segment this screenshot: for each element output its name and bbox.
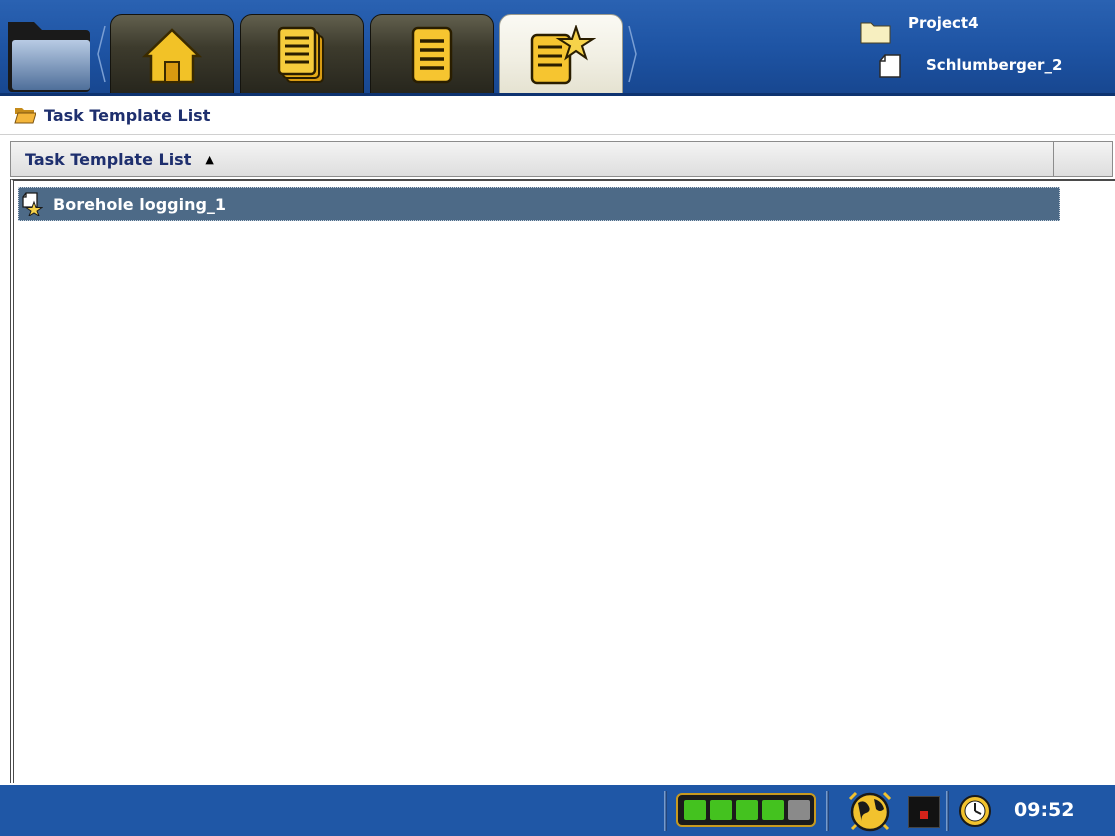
folder-browse-button[interactable] xyxy=(6,14,94,94)
record-indicator[interactable] xyxy=(908,796,940,828)
template-star-icon xyxy=(530,25,596,85)
breadcrumb-label[interactable]: Task Template List xyxy=(44,106,210,125)
project-row[interactable] xyxy=(860,20,892,44)
document-stack-icon xyxy=(277,26,324,83)
breadcrumb: Task Template List xyxy=(0,96,1115,135)
table-row[interactable]: Borehole logging_1 xyxy=(18,187,1060,221)
status-separator xyxy=(664,791,667,831)
globe-alarm-icon[interactable] xyxy=(840,789,900,833)
scroll-right-arrow-icon[interactable] xyxy=(628,24,638,84)
column-header-filler xyxy=(1054,142,1112,176)
battery-cell-empty xyxy=(788,800,810,820)
record-led-icon xyxy=(920,811,928,819)
row-label: Borehole logging_1 xyxy=(53,194,227,214)
clock-time[interactable]: 09:52 xyxy=(1014,785,1074,836)
column-header-task-template-list[interactable]: Task Template List ▲ xyxy=(11,142,1054,176)
document-icon xyxy=(411,26,453,84)
top-toolbar: Project4 Schlumberger_2 xyxy=(0,0,1115,98)
tab-documents[interactable] xyxy=(240,14,364,96)
battery-cell xyxy=(710,800,732,820)
folder-icon xyxy=(8,22,90,92)
home-icon xyxy=(141,28,203,84)
status-separator xyxy=(826,791,829,831)
sort-ascending-icon: ▲ xyxy=(205,152,214,166)
document-page-icon xyxy=(879,54,901,78)
tab-home[interactable] xyxy=(110,14,234,96)
clock-icon xyxy=(959,795,991,827)
battery-cell xyxy=(736,800,758,820)
document-name: Schlumberger_2 xyxy=(926,56,1063,74)
template-file-icon xyxy=(22,192,43,216)
column-header-label: Task Template List xyxy=(25,149,192,169)
document-row[interactable] xyxy=(878,54,904,78)
task-template-list[interactable]: Borehole logging_1 xyxy=(10,179,1115,783)
table-header: Task Template List ▲ xyxy=(10,141,1113,177)
tab-task-templates[interactable] xyxy=(499,14,623,98)
battery-indicator[interactable] xyxy=(676,793,816,827)
battery-cell xyxy=(684,800,706,820)
scroll-left-arrow-icon[interactable] xyxy=(96,24,106,84)
battery-cell xyxy=(762,800,784,820)
project-info: Project4 Schlumberger_2 xyxy=(860,4,1110,90)
tab-document[interactable] xyxy=(370,14,494,96)
status-bar: 09:52 xyxy=(0,785,1115,836)
status-separator xyxy=(946,791,949,831)
open-folder-icon xyxy=(14,108,36,124)
project-name: Project4 xyxy=(908,14,979,32)
project-folder-icon xyxy=(860,22,891,44)
